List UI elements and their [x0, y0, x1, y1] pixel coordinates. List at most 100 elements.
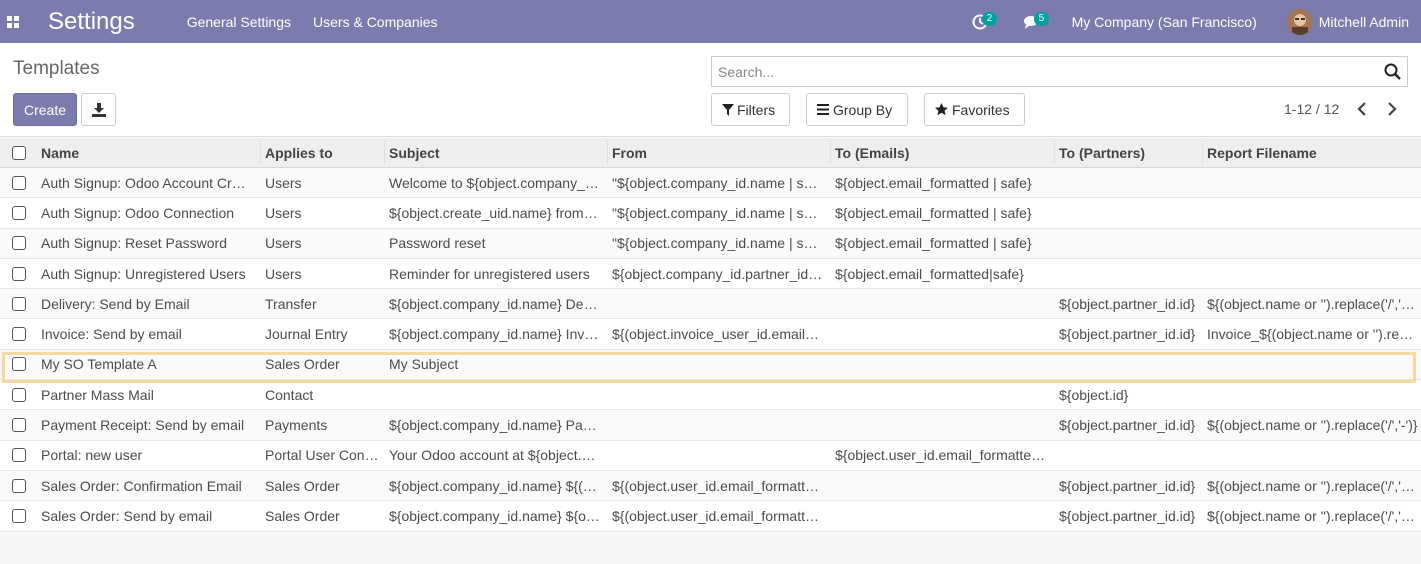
table-row[interactable]: Auth Signup: Unregistered Users Users Remi… [0, 258, 1421, 290]
column-header[interactable]: Subject [385, 138, 608, 167]
table-row[interactable]: Invoice: Send by email Journal Entry ${obj… [0, 319, 1421, 350]
table-cell[interactable]: Password reset [385, 229, 608, 258]
groupby-button[interactable]: Group By [806, 93, 908, 126]
table-cell[interactable] [385, 380, 608, 409]
column-header[interactable]: From [608, 138, 831, 167]
table-cell[interactable]: Sales Order: Send by email [37, 501, 261, 530]
table-row[interactable]: Partner Mass Mail Contact ${object.id} [0, 380, 1421, 411]
column-header[interactable]: To (Emails) [831, 138, 1055, 167]
table-cell[interactable]: ${(object.name or '').replace('/','-')} [1203, 410, 1421, 439]
table-cell[interactable]: ${(object.name or '').replace('/','… [1203, 289, 1421, 318]
table-cell[interactable]: Sales Order: Confirmation Email [37, 471, 261, 500]
table-cell[interactable]: ${object.company_id.name} Pa… [385, 410, 608, 439]
table-cell[interactable]: My Subject [385, 350, 608, 379]
table-cell[interactable]: Reminder for unregistered users [385, 259, 608, 288]
table-cell[interactable] [608, 289, 831, 318]
table-cell[interactable]: ${object.partner_id.id} [1055, 319, 1203, 348]
table-cell[interactable]: ${(object.name or '').replace('/','… [1203, 471, 1421, 500]
export-button[interactable] [81, 93, 116, 126]
table-cell[interactable]: ${object.company_id.name} ${(… [385, 471, 608, 500]
favorites-button[interactable]: Favorites [924, 93, 1025, 126]
column-header[interactable]: Report Filename [1203, 138, 1421, 167]
table-cell[interactable]: Sales Order [261, 501, 385, 530]
table-cell[interactable]: Journal Entry [261, 319, 385, 348]
table-cell[interactable]: ${object.company_id.partner_id… [608, 259, 831, 288]
table-cell[interactable]: ${object.partner_id.id} [1055, 501, 1203, 530]
table-row[interactable]: Payment Receipt: Send by email Payments ${… [0, 410, 1421, 441]
table-cell[interactable] [1203, 259, 1421, 288]
table-row[interactable]: Portal: new user Portal User Con… Your Odo… [0, 440, 1421, 471]
table-cell[interactable]: ${object.company_id.name} ${o… [385, 501, 608, 530]
table-cell[interactable]: Welcome to ${object.company_… [385, 168, 608, 197]
table-cell[interactable]: ${object.email_formatted|safe} [831, 259, 1055, 288]
table-cell[interactable] [1055, 168, 1203, 197]
table-cell[interactable] [1203, 441, 1421, 470]
table-cell[interactable]: ${object.email_formatted | safe} [831, 198, 1055, 227]
row-checkbox[interactable] [12, 387, 26, 402]
table-cell[interactable]: Your Odoo account at ${object.… [385, 441, 608, 470]
table-cell[interactable] [608, 441, 831, 470]
table-cell[interactable]: "${object.company_id.name | s… [608, 198, 831, 227]
table-cell[interactable]: Auth Signup: Unregistered Users [37, 259, 261, 288]
row-checkbox[interactable] [12, 236, 26, 251]
table-cell[interactable]: ${object.partner_id.id} [1055, 410, 1203, 439]
table-cell[interactable]: ${object.email_formatted | safe} [831, 229, 1055, 258]
table-cell[interactable]: Portal: new user [37, 441, 261, 470]
row-checkbox[interactable] [12, 296, 26, 311]
table-cell[interactable] [831, 380, 1055, 409]
table-cell[interactable] [1203, 380, 1421, 409]
search-input[interactable]: Search... [711, 56, 1408, 87]
table-cell[interactable]: Portal User Con… [261, 441, 385, 470]
row-checkbox[interactable] [12, 327, 26, 342]
messaging-button[interactable]: 5 [1012, 7, 1052, 37]
table-cell[interactable]: ${(object.user_id.email_formatt… [608, 471, 831, 500]
table-cell[interactable]: ${object.company_id.name} De… [385, 289, 608, 318]
table-cell[interactable] [1055, 229, 1203, 258]
table-cell[interactable] [608, 350, 831, 379]
company-switcher[interactable]: My Company (San Francisco) [1072, 14, 1257, 30]
table-cell[interactable]: Auth Signup: Reset Password [37, 229, 261, 258]
menu-general-settings[interactable]: General Settings [187, 14, 291, 30]
table-row[interactable]: Auth Signup: Odoo Connection Users ${objec… [0, 198, 1421, 229]
user-menu[interactable]: Mitchell Admin [1319, 14, 1409, 30]
table-cell[interactable] [831, 501, 1055, 530]
table-cell[interactable]: ${object.id} [1055, 380, 1203, 409]
table-cell[interactable] [1055, 198, 1203, 227]
chevron-left-icon[interactable] [1352, 99, 1372, 119]
column-header[interactable]: To (Partners) [1055, 138, 1203, 167]
avatar[interactable] [1286, 8, 1313, 35]
apps-menu-icon[interactable] [0, 4, 28, 40]
table-cell[interactable] [831, 350, 1055, 379]
table-cell[interactable] [831, 319, 1055, 348]
menu-users-companies[interactable]: Users & Companies [313, 14, 438, 30]
row-checkbox[interactable] [12, 448, 26, 463]
table-cell[interactable] [1055, 441, 1203, 470]
table-cell[interactable]: Auth Signup: Odoo Account Cr… [37, 168, 261, 197]
column-separator[interactable] [1202, 141, 1203, 164]
table-cell[interactable] [608, 380, 831, 409]
table-cell[interactable]: ${object.partner_id.id} [1055, 289, 1203, 318]
table-cell[interactable]: ${object.company_id.name} Inv… [385, 319, 608, 348]
table-cell[interactable]: ${object.email_formatted | safe} [831, 168, 1055, 197]
table-row[interactable]: Delivery: Send by Email Transfer ${object.… [0, 289, 1421, 320]
table-cell[interactable]: ${object.partner_id.id} [1055, 471, 1203, 500]
table-cell[interactable]: Users [261, 229, 385, 258]
table-cell[interactable]: My SO Template A [37, 350, 261, 379]
row-checkbox[interactable] [12, 205, 26, 220]
table-cell[interactable] [831, 471, 1055, 500]
table-cell[interactable] [831, 410, 1055, 439]
table-cell[interactable] [1203, 350, 1421, 379]
table-cell[interactable]: Users [261, 259, 385, 288]
table-cell[interactable]: ${(object.invoice_user_id.email… [608, 319, 831, 348]
table-cell[interactable] [831, 289, 1055, 318]
table-cell[interactable]: Users [261, 198, 385, 227]
table-cell[interactable]: ${object.user_id.email_formatte… [831, 441, 1055, 470]
table-row[interactable]: Sales Order: Send by email Sales Order ${o… [0, 501, 1421, 532]
pager-value[interactable]: 1-12 / 12 [1284, 101, 1339, 117]
table-cell[interactable]: ${(object.name or '').replace('/','… [1203, 501, 1421, 530]
column-separator[interactable] [384, 141, 385, 164]
table-cell[interactable]: "${object.company_id.name | s… [608, 229, 831, 258]
table-cell[interactable]: Partner Mass Mail [37, 380, 261, 409]
table-row[interactable]: My SO Template A Sales Order My Subject [0, 349, 1421, 381]
column-separator[interactable] [830, 141, 831, 164]
